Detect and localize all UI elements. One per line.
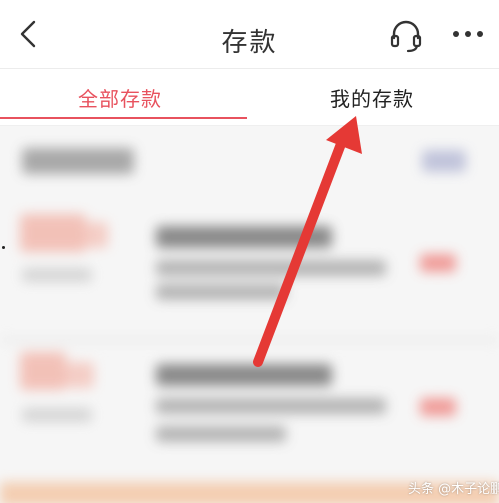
blurred-content <box>0 126 499 503</box>
product-name[interactable] <box>156 364 332 386</box>
tab-my-deposits[interactable]: 我的存款 <box>330 83 414 112</box>
watermark: 头条 @木子论鹏 <box>408 482 499 497</box>
list-divider <box>0 336 499 344</box>
product-rate-caption <box>22 408 92 422</box>
product-badge <box>420 254 456 272</box>
more-link[interactable] <box>422 150 466 172</box>
product-rate <box>20 352 66 390</box>
product-rate-unit <box>86 222 108 248</box>
section-heading <box>22 148 134 174</box>
customer-service-button[interactable] <box>386 16 426 56</box>
more-button[interactable] <box>448 20 488 48</box>
product-description <box>156 260 386 276</box>
deposit-product-list <box>0 126 499 503</box>
ellipsis-icon <box>453 31 483 37</box>
product-description <box>156 398 386 414</box>
product-rate-unit <box>66 362 94 388</box>
product-description <box>156 426 286 442</box>
top-nav-bar: 存款 <box>0 0 499 69</box>
product-rate <box>20 214 86 252</box>
headset-icon <box>390 20 422 53</box>
deposit-tabs: 全部存款 我的存款 <box>0 69 499 126</box>
product-rate-caption <box>22 268 92 282</box>
active-tab-indicator <box>0 117 247 119</box>
edge-dot <box>2 246 5 249</box>
deposit-screen: 存款 全部存款 我的存款 头条 @木子论鹏 <box>0 0 499 503</box>
product-description <box>156 284 286 300</box>
product-name[interactable] <box>156 226 332 248</box>
product-badge <box>420 398 456 416</box>
tab-all-deposits[interactable]: 全部存款 <box>78 83 162 112</box>
